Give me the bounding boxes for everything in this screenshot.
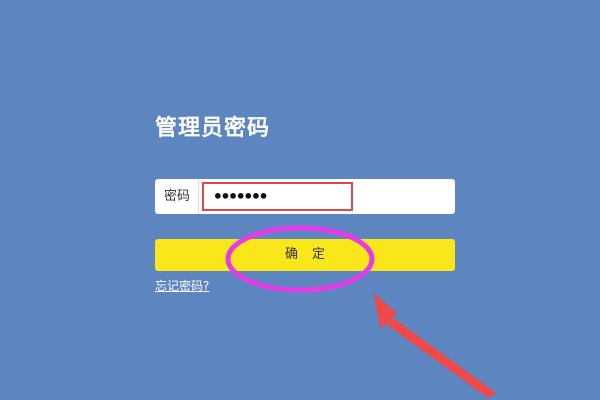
password-field: 密码 bbox=[155, 179, 455, 214]
field-divider bbox=[198, 179, 199, 214]
pointer-arrow bbox=[373, 293, 496, 398]
password-label: 密码 bbox=[164, 189, 191, 204]
forgot-password-link[interactable]: 忘记密码? bbox=[155, 278, 209, 294]
page-title: 管理员密码 bbox=[155, 116, 271, 141]
confirm-button[interactable]: 确定 bbox=[155, 239, 455, 271]
password-input[interactable] bbox=[202, 182, 353, 211]
